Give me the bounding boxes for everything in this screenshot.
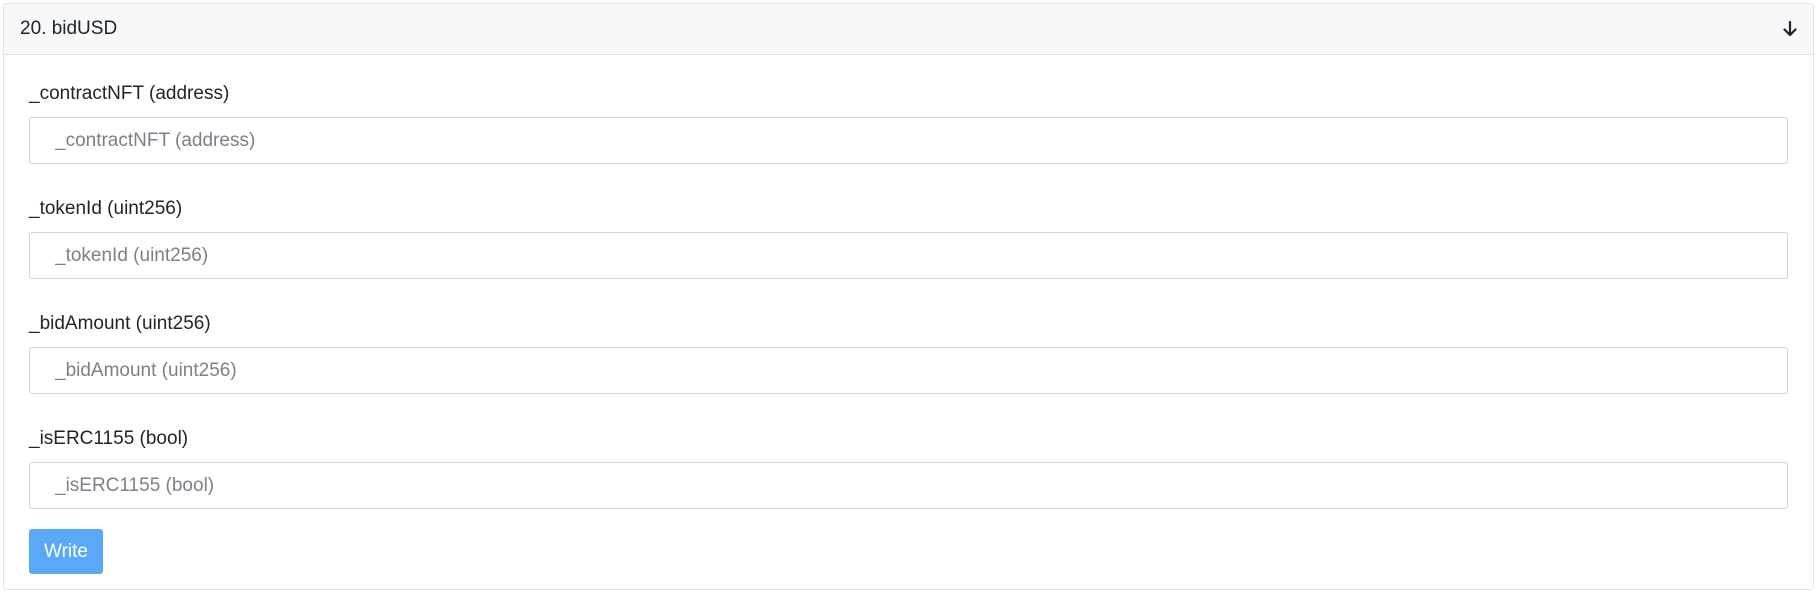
method-form: _contractNFT (address) _tokenId (uint256…	[4, 55, 1813, 574]
contract-nft-label: _contractNFT (address)	[29, 83, 230, 104]
write-button[interactable]: Write	[29, 529, 103, 574]
bid-amount-input[interactable]	[29, 347, 1788, 394]
is-erc1155-label: _isERC1155 (bool)	[29, 428, 189, 449]
method-header[interactable]: 20. bidUSD	[4, 4, 1813, 55]
contract-nft-input[interactable]	[29, 117, 1788, 164]
field-contract-nft: _contractNFT (address)	[29, 81, 1788, 164]
method-title: 20. bidUSD	[20, 18, 118, 39]
field-token-id: _tokenId (uint256)	[29, 196, 1788, 279]
bid-amount-label: _bidAmount (uint256)	[29, 313, 211, 334]
token-id-label: _tokenId (uint256)	[29, 198, 183, 219]
field-is-erc1155: _isERC1155 (bool)	[29, 426, 1788, 509]
method-card: 20. bidUSD _contractNFT (address) _token…	[3, 3, 1814, 590]
field-bid-amount: _bidAmount (uint256)	[29, 311, 1788, 394]
arrow-down-icon[interactable]	[1781, 20, 1799, 38]
is-erc1155-input[interactable]	[29, 462, 1788, 509]
token-id-input[interactable]	[29, 232, 1788, 279]
